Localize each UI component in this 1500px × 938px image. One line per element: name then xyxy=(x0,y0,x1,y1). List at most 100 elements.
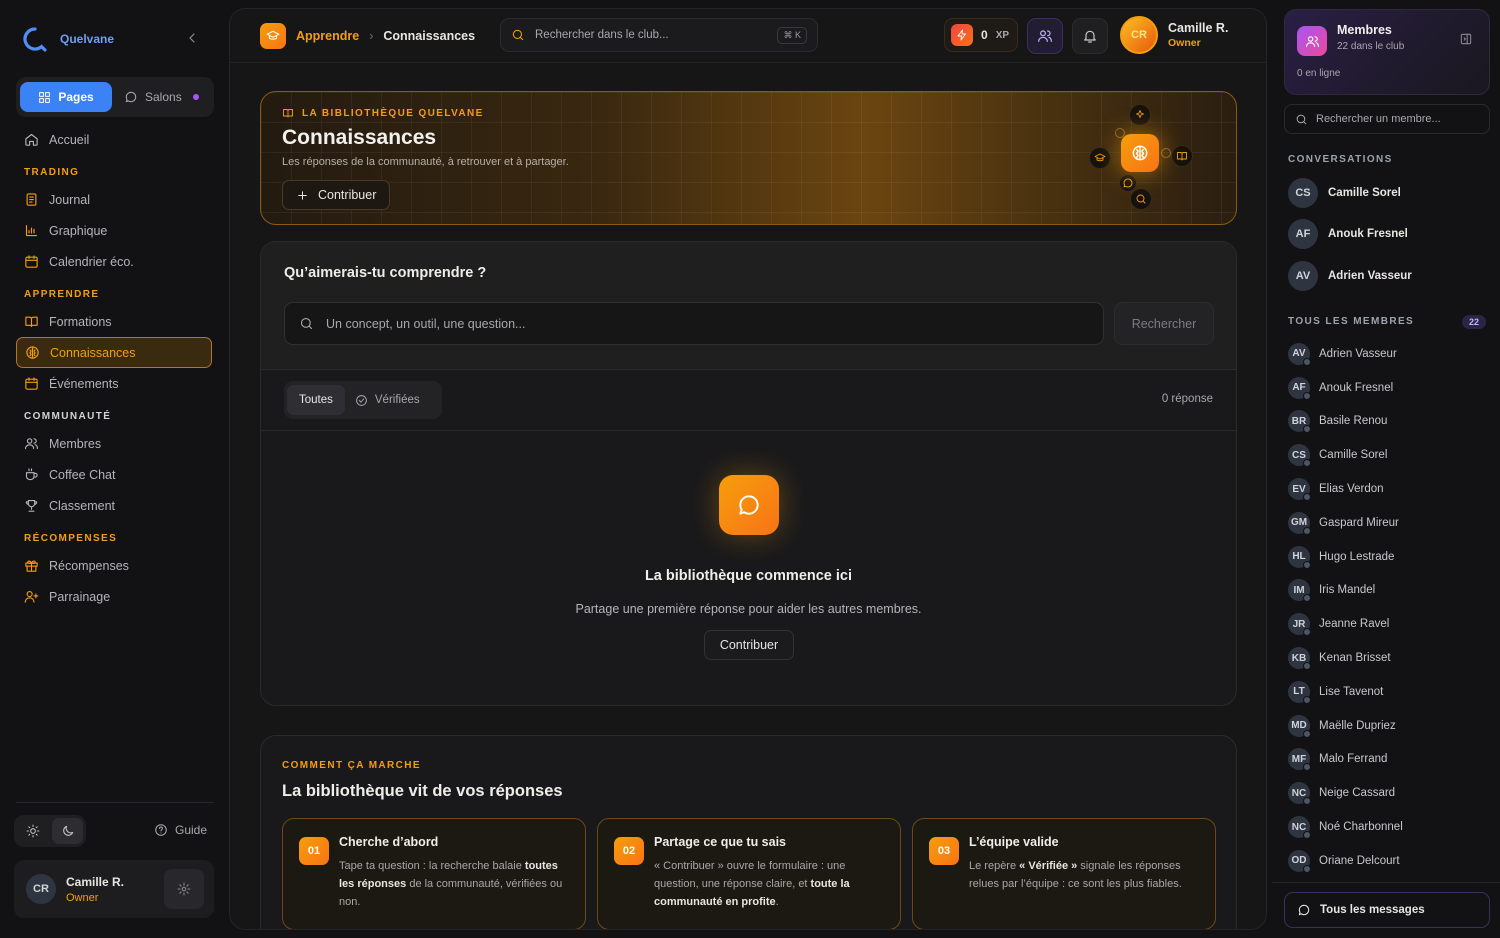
member-row[interactable]: KB Kenan Brisset xyxy=(1288,641,1488,675)
breadcrumb-apprendre[interactable]: Apprendre xyxy=(296,29,359,43)
step-card: 02 Partage ce que tu sais « Contribuer »… xyxy=(597,818,901,929)
calendar-icon xyxy=(25,255,38,268)
check-circle-icon xyxy=(356,394,367,406)
gear-icon xyxy=(177,882,191,896)
divider xyxy=(1272,882,1500,883)
member-row[interactable]: NC Noé Charbonnel xyxy=(1288,810,1488,844)
brand-name: Quelvane xyxy=(60,32,115,46)
sidebar-item-coffee-chat[interactable]: Coffee Chat xyxy=(16,459,212,490)
plus-icon xyxy=(298,190,307,200)
divider xyxy=(261,430,1236,431)
avatar: NC xyxy=(1288,782,1311,806)
bell-icon xyxy=(1084,30,1096,43)
avatar: MD xyxy=(1288,714,1311,738)
sidebar-item-accueil[interactable]: Accueil xyxy=(16,124,212,155)
user-card[interactable]: CR Camille R. Owner xyxy=(14,860,214,918)
step-title: Cherche d’abord xyxy=(339,835,439,849)
member-row[interactable]: GM Gaspard Mireur xyxy=(1288,506,1488,540)
avatar: MF xyxy=(1288,748,1311,772)
sidebar-item-classement[interactable]: Classement xyxy=(16,490,212,521)
avatar: LT xyxy=(1288,680,1311,704)
member-name: Oriane Delcourt xyxy=(1319,854,1400,867)
book-icon xyxy=(283,109,293,118)
chat-icon xyxy=(1298,904,1310,916)
avatar: OD xyxy=(1288,849,1311,873)
sidebar-item-membres[interactable]: Membres xyxy=(16,428,212,459)
sidebar-item-calendrier[interactable]: Calendrier éco. xyxy=(16,246,212,277)
bolt-icon xyxy=(951,24,973,46)
users-icon xyxy=(1038,30,1052,42)
settings-button[interactable] xyxy=(164,869,204,909)
member-row[interactable]: MD Maëlle Dupriez xyxy=(1288,709,1488,743)
tab-pages-label: Pages xyxy=(58,90,94,104)
member-row[interactable]: AF Anouk Fresnel xyxy=(1288,371,1488,405)
search-input[interactable]: Rechercher dans le club... ⌘ K xyxy=(500,18,818,52)
conversation-item[interactable]: AF Anouk Fresnel xyxy=(1288,219,1408,249)
members-subtitle: 22 dans le club xyxy=(1337,41,1405,52)
sidebar-item-label: Parrainage xyxy=(49,589,111,604)
all-messages-button[interactable]: Tous les messages xyxy=(1284,892,1490,928)
member-row[interactable]: JR Jeanne Ravel xyxy=(1288,607,1488,641)
theme-switch xyxy=(14,815,86,847)
shortcut-badge: ⌘ K xyxy=(777,26,807,44)
member-name: Maëlle Dupriez xyxy=(1319,719,1396,732)
xp-badge[interactable]: 0 XP xyxy=(944,18,1018,52)
member-row[interactable]: BR Basile Renou xyxy=(1288,405,1488,439)
brand[interactable]: Quelvane xyxy=(22,26,114,52)
member-row[interactable]: LT Lise Tavenot xyxy=(1288,675,1488,709)
members-panel-button[interactable] xyxy=(1027,18,1063,54)
step-number: 02 xyxy=(614,837,644,865)
member-row[interactable]: HL Hugo Lestrade xyxy=(1288,540,1488,574)
members-list-title: TOUS LES MEMBRES xyxy=(1288,316,1415,327)
question-search-input[interactable]: Un concept, un outil, une question... xyxy=(284,302,1104,345)
member-name: Camille Sorel xyxy=(1319,449,1388,462)
sidebar-item-parrainage[interactable]: Parrainage xyxy=(16,581,212,612)
notifications-button[interactable] xyxy=(1072,18,1108,54)
member-name: Iris Mandel xyxy=(1319,584,1376,597)
graduation-cap-icon xyxy=(1089,147,1111,169)
filter-all[interactable]: Toutes xyxy=(287,385,345,415)
light-theme-button[interactable] xyxy=(17,818,48,844)
xp-value: 0 xyxy=(981,28,988,42)
member-row[interactable]: EV Elias Verdon xyxy=(1288,472,1488,506)
trophy-icon xyxy=(25,499,38,512)
sidebar-item-recompenses[interactable]: Récompenses xyxy=(16,550,212,581)
dark-theme-button[interactable] xyxy=(52,818,83,844)
avatar: AV xyxy=(1288,261,1318,291)
sidebar-item-graphique[interactable]: Graphique xyxy=(16,215,212,246)
contribute-button[interactable]: Contribuer xyxy=(282,180,391,210)
member-search-input[interactable]: Rechercher un membre... xyxy=(1284,104,1490,134)
member-row[interactable]: OD Oriane Delcourt xyxy=(1288,844,1488,878)
grid-icon xyxy=(39,91,51,103)
tab-salons[interactable]: Salons xyxy=(118,90,199,104)
member-row[interactable]: IM Iris Mandel xyxy=(1288,574,1488,608)
member-row[interactable]: NC Neige Cassard xyxy=(1288,776,1488,810)
sidebar-item-journal[interactable]: Journal xyxy=(16,184,212,215)
avatar: AF xyxy=(1288,219,1318,249)
conversation-item[interactable]: CS Camille Sorel xyxy=(1288,178,1401,208)
member-row[interactable]: MF Malo Ferrand xyxy=(1288,743,1488,777)
contribute-button[interactable]: Contribuer xyxy=(704,630,794,660)
sidebar-item-connaissances[interactable]: Connaissances xyxy=(16,337,212,368)
section-title-apprendre: APPRENDRE xyxy=(24,289,100,300)
empty-state-title: La bibliothèque commence ici xyxy=(644,568,853,584)
guide-button[interactable]: Guide xyxy=(154,823,207,837)
tab-pages[interactable]: Pages xyxy=(20,82,112,112)
sidebar-item-formations[interactable]: Formations xyxy=(16,306,212,337)
member-name: Malo Ferrand xyxy=(1319,753,1388,766)
member-row[interactable]: CS Camille Sorel xyxy=(1288,438,1488,472)
xp-label: XP xyxy=(995,29,1010,41)
collapse-sidebar-button[interactable] xyxy=(184,30,200,46)
member-row[interactable]: AV Adrien Vasseur xyxy=(1288,337,1488,371)
sidebar-item-evenements[interactable]: Événements xyxy=(16,368,212,399)
user-menu[interactable]: CR Camille R. Owner xyxy=(1120,16,1228,54)
conversation-item[interactable]: AV Adrien Vasseur xyxy=(1288,261,1412,291)
filter-verified[interactable]: Vérifiées xyxy=(349,394,426,407)
graduation-cap-icon xyxy=(260,23,286,49)
search-button[interactable]: Rechercher xyxy=(1114,302,1214,345)
question-title: Qu’aimerais-tu comprendre ? xyxy=(284,265,487,281)
user-plus-icon xyxy=(24,590,39,603)
search-icon xyxy=(512,29,524,41)
close-panel-button[interactable] xyxy=(1459,32,1473,46)
chevron-left-icon xyxy=(189,33,195,43)
